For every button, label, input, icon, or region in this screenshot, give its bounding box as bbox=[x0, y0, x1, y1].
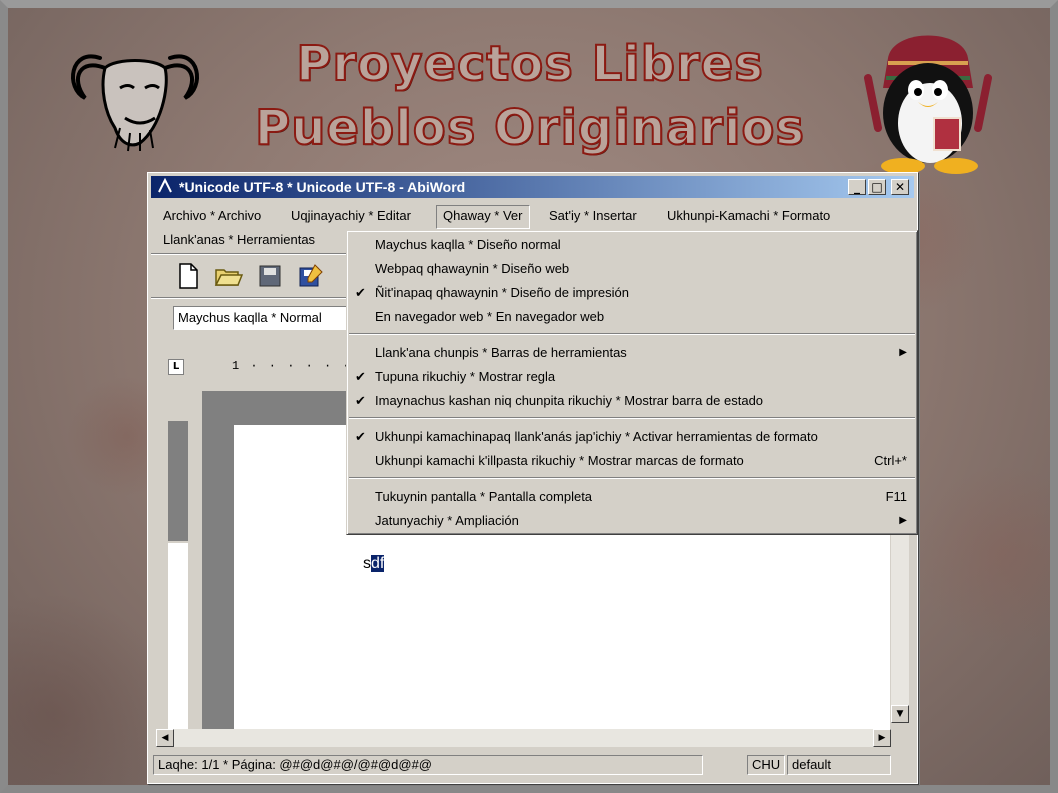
menu-item-toolbars[interactable]: Llank'ana chunpis * Barras de herramient… bbox=[349, 341, 915, 365]
open-folder-icon[interactable] bbox=[213, 261, 243, 291]
checkmark-icon: ✔ bbox=[355, 369, 366, 384]
menu-item-label: Ukhunpi kamachi k'illpasta rikuchiy * Mo… bbox=[375, 453, 744, 468]
minimize-button[interactable]: _ bbox=[848, 179, 866, 195]
menu-item-label: Maychus kaqlla * Diseño normal bbox=[375, 237, 561, 252]
menu-item-show-statusbar[interactable]: ✔ Imaynachus kashan niq chunpita rikuchi… bbox=[349, 389, 915, 413]
status-style: default bbox=[787, 755, 891, 775]
vertical-ruler-margin bbox=[168, 421, 188, 541]
menu-editar[interactable]: Uqjinayachiy * Editar bbox=[285, 205, 417, 227]
gnu-logo bbox=[71, 54, 199, 152]
submenu-arrow-icon: ▶ bbox=[899, 515, 907, 526]
checkmark-icon: ✔ bbox=[355, 393, 366, 408]
maximize-button[interactable]: □ bbox=[868, 179, 886, 195]
tab-stop-selector[interactable]: L bbox=[168, 359, 184, 375]
style-dropdown[interactable]: Maychus kaqlla * Normal bbox=[173, 306, 348, 330]
menu-item-format-marks[interactable]: Ukhunpi kamachi k'illpasta rikuchiy * Mo… bbox=[349, 449, 915, 473]
menu-archivo[interactable]: Archivo * Archivo bbox=[157, 205, 267, 227]
menu-ver[interactable]: Qhaway * Ver bbox=[436, 205, 530, 229]
menu-formato[interactable]: Ukhunpi-Kamachi * Formato bbox=[661, 205, 836, 227]
menu-item-format-tools[interactable]: ✔ Ukhunpi kamachinapaq llank'anás jap'ic… bbox=[349, 425, 915, 449]
document-text-plain: s bbox=[363, 555, 371, 572]
menu-item-show-ruler[interactable]: ✔ Tupuna rikuchiy * Mostrar regla bbox=[349, 365, 915, 389]
horizontal-ruler: 1 · · · · · · bbox=[232, 359, 352, 373]
vertical-ruler bbox=[168, 543, 188, 731]
menu-item-print-layout[interactable]: ✔ Ñit'inapaq qhawaynin * Diseño de impre… bbox=[349, 281, 915, 305]
save-icon[interactable] bbox=[255, 261, 285, 291]
menu-item-shortcut: Ctrl+* bbox=[874, 453, 907, 468]
document-text-selected: df bbox=[371, 555, 385, 572]
submenu-arrow-icon: ▶ bbox=[899, 347, 907, 358]
status-language: CHU bbox=[747, 755, 785, 775]
menu-item-normal-layout[interactable]: Maychus kaqlla * Diseño normal bbox=[349, 233, 915, 257]
menu-item-web-layout[interactable]: Webpaq qhawaynin * Diseño web bbox=[349, 257, 915, 281]
window-title: *Unicode UTF-8 * Unicode UTF-8 - AbiWord bbox=[179, 179, 466, 195]
menu-item-label: Llank'ana chunpis * Barras de herramient… bbox=[375, 345, 627, 360]
save-as-icon[interactable] bbox=[295, 261, 325, 291]
menu-item-label: Tupuna rikuchiy * Mostrar regla bbox=[375, 369, 556, 384]
status-page: Laqhe: 1/1 * Página: @#@d@#@/@#@d@#@ bbox=[153, 755, 703, 775]
slide-title-line2: Pueblos Originarios bbox=[254, 99, 805, 157]
horizontal-scrollbar[interactable]: ◀ ▶ bbox=[156, 729, 891, 747]
slide-title-line1: Proyectos Libres bbox=[295, 35, 764, 93]
menu-separator bbox=[349, 477, 915, 479]
close-button[interactable]: ✕ bbox=[891, 179, 909, 195]
menu-item-label: Webpaq qhawaynin * Diseño web bbox=[375, 261, 570, 276]
status-bar: Laqhe: 1/1 * Página: @#@d@#@/@#@d@#@ CHU… bbox=[151, 753, 914, 777]
menu-herramientas[interactable]: Llank'anas * Herramientas bbox=[157, 229, 321, 251]
menu-separator bbox=[349, 333, 915, 335]
window-titlebar[interactable]: *Unicode UTF-8 * Unicode UTF-8 - AbiWord… bbox=[151, 176, 914, 198]
menu-item-fullscreen[interactable]: Tukuynin pantalla * Pantalla completa F1… bbox=[349, 485, 915, 509]
menu-item-label: Ñit'inapaq qhawaynin * Diseño de impresi… bbox=[375, 285, 629, 300]
menu-item-label: Tukuynin pantalla * Pantalla completa bbox=[375, 489, 593, 504]
document-text[interactable]: sdf bbox=[363, 555, 385, 573]
menu-item-web-browser[interactable]: En navegador web * En navegador web bbox=[349, 305, 915, 329]
new-document-icon[interactable] bbox=[173, 261, 203, 291]
menu-item-label: Imaynachus kashan niq chunpita rikuchiy … bbox=[375, 393, 764, 408]
checkmark-icon: ✔ bbox=[355, 429, 366, 444]
abiword-app-icon bbox=[158, 178, 172, 193]
menu-item-zoom[interactable]: Jatunyachiy * Ampliación ▶ bbox=[349, 509, 915, 533]
menu-separator bbox=[349, 417, 915, 419]
checkmark-icon: ✔ bbox=[355, 285, 366, 300]
menu-item-label: Ukhunpi kamachinapaq llank'anás jap'ichi… bbox=[375, 429, 818, 444]
view-menu-dropdown: Maychus kaqlla * Diseño normal Webpaq qh… bbox=[346, 230, 918, 535]
menu-insertar[interactable]: Sat'iy * Insertar bbox=[543, 205, 643, 227]
menu-item-label: En navegador web * En navegador web bbox=[375, 309, 605, 324]
menu-item-label: Jatunyachiy * Ampliación bbox=[375, 513, 519, 528]
scroll-down-button[interactable]: ▼ bbox=[891, 705, 909, 723]
scroll-left-button[interactable]: ◀ bbox=[156, 729, 174, 747]
tux-logo bbox=[864, 35, 992, 174]
menu-item-shortcut: F11 bbox=[885, 489, 907, 504]
scroll-right-button[interactable]: ▶ bbox=[873, 729, 891, 747]
